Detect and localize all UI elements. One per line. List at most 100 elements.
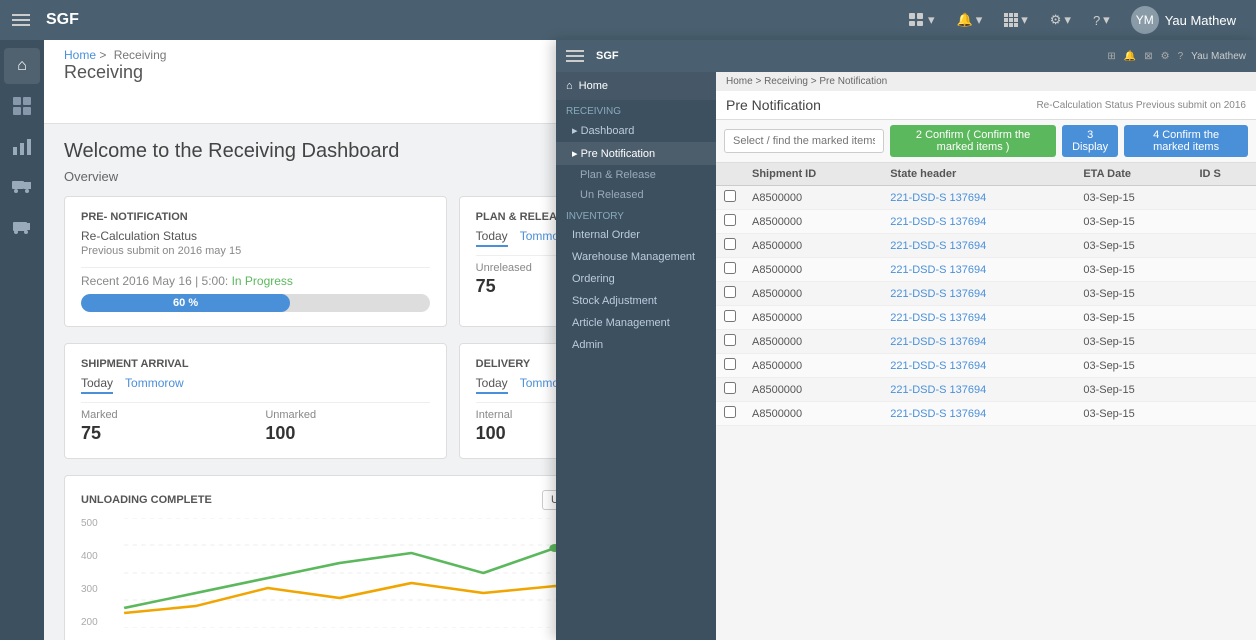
popup-pre-notification-item[interactable]: ▸ Pre Notification xyxy=(556,142,716,165)
row-eta: 03-Sep-15 xyxy=(1075,402,1191,426)
settings-button[interactable]: ⚙ ▾ xyxy=(1041,7,1080,33)
sidebar-shipping[interactable] xyxy=(4,208,40,244)
row-state[interactable]: 221-DSD-S 137694 xyxy=(882,186,1075,210)
row-eta: 03-Sep-15 xyxy=(1075,210,1191,234)
top-nav-icons: ▾ 🔔▾ ▾ ⚙ ▾ ? ▾ YM Yau Mathew xyxy=(900,2,1244,38)
row-checkbox[interactable] xyxy=(724,334,736,346)
row-state[interactable]: 221-DSD-S 137694 xyxy=(882,258,1075,282)
popup-stock-item[interactable]: Stock Adjustment xyxy=(556,290,716,312)
row-state[interactable]: 221-DSD-S 137694 xyxy=(882,402,1075,426)
table-row: A8500000 221-DSD-S 137694 03-Sep-15 xyxy=(716,258,1256,282)
sidebar-chart[interactable] xyxy=(4,128,40,164)
popup-dashboard-item[interactable]: ▸ Dashboard xyxy=(556,119,716,142)
row-checkbox[interactable] xyxy=(724,310,736,322)
row-state[interactable]: 221-DSD-S 137694 xyxy=(882,282,1075,306)
pre-notification-popup: SGF ⊞ 🔔 ⊠ ⚙ ? Yau Mathew ⌂ Home Receivin… xyxy=(556,40,1256,640)
bell-button[interactable]: 🔔▾ xyxy=(948,7,992,33)
sidebar-dashboard[interactable] xyxy=(4,88,40,124)
row-checkbox-cell[interactable] xyxy=(716,258,744,282)
table-row: A8500000 221-DSD-S 137694 03-Sep-15 xyxy=(716,402,1256,426)
row-checkbox[interactable] xyxy=(724,358,736,370)
hamburger-menu[interactable] xyxy=(12,14,30,26)
popup-topnav: SGF ⊞ 🔔 ⊠ ⚙ ? Yau Mathew xyxy=(556,40,1256,72)
grid-view-button[interactable]: ▾ xyxy=(900,7,944,33)
row-checkbox-cell[interactable] xyxy=(716,234,744,258)
plan-release-today-tab[interactable]: Today xyxy=(476,229,508,247)
popup-topnav-icons: ⊞ 🔔 ⊠ ⚙ ? Yau Mathew xyxy=(1107,51,1246,62)
popup-toolbar: 2 Confirm ( Confirm the marked items ) 3… xyxy=(716,120,1256,163)
row-state[interactable]: 221-DSD-S 137694 xyxy=(882,306,1075,330)
row-state[interactable]: 221-DSD-S 137694 xyxy=(882,210,1075,234)
popup-confirm2-button[interactable]: 4 Confirm the marked items xyxy=(1124,125,1248,157)
popup-hamburger[interactable] xyxy=(566,50,584,62)
row-id xyxy=(1191,306,1256,330)
shipment-tomorrow-tab[interactable]: Tommorow xyxy=(125,376,184,394)
row-shipment-id: A8500000 xyxy=(744,210,882,234)
table-row: A8500000 221-DSD-S 137694 03-Sep-15 xyxy=(716,306,1256,330)
popup-warehouse-item[interactable]: Warehouse Management xyxy=(556,246,716,268)
popup-ordering-item[interactable]: Ordering xyxy=(556,268,716,290)
popup-receiving-section: Receiving xyxy=(556,100,716,119)
row-eta: 03-Sep-15 xyxy=(1075,306,1191,330)
popup-article-item[interactable]: Article Management xyxy=(556,312,716,334)
row-id xyxy=(1191,258,1256,282)
row-checkbox[interactable] xyxy=(724,238,736,250)
row-state[interactable]: 221-DSD-S 137694 xyxy=(882,378,1075,402)
popup-home-item[interactable]: ⌂ Home xyxy=(556,72,716,100)
shipment-marked: Marked 75 xyxy=(81,409,245,444)
row-checkbox[interactable] xyxy=(724,190,736,202)
popup-confirm-button[interactable]: 2 Confirm ( Confirm the marked items ) xyxy=(890,125,1056,157)
row-state[interactable]: 221-DSD-S 137694 xyxy=(882,234,1075,258)
delivery-today-tab[interactable]: Today xyxy=(476,376,508,394)
row-shipment-id: A8500000 xyxy=(744,306,882,330)
home-icon: ⌂ xyxy=(566,80,573,92)
row-checkbox[interactable] xyxy=(724,262,736,274)
popup-plan-release-item[interactable]: Plan & Release xyxy=(556,165,716,185)
popup-layout: ⌂ Home Receiving ▸ Dashboard ▸ Pre Notif… xyxy=(556,72,1256,640)
row-checkbox-cell[interactable] xyxy=(716,186,744,210)
row-checkbox-cell[interactable] xyxy=(716,210,744,234)
row-checkbox-cell[interactable] xyxy=(716,402,744,426)
row-state[interactable]: 221-DSD-S 137694 xyxy=(882,330,1075,354)
row-id xyxy=(1191,210,1256,234)
row-checkbox[interactable] xyxy=(724,382,736,394)
popup-display-button[interactable]: 3 Display xyxy=(1062,125,1118,157)
row-checkbox-cell[interactable] xyxy=(716,354,744,378)
row-checkbox-cell[interactable] xyxy=(716,378,744,402)
unloading-chart-header: UNLOADING COMPLETE Until today Last week… xyxy=(81,490,627,510)
row-checkbox-cell[interactable] xyxy=(716,330,744,354)
popup-admin-item[interactable]: Admin xyxy=(556,334,716,356)
pre-notification-sub2: Previous submit on 2016 may 15 xyxy=(81,245,430,257)
sidebar-home[interactable]: ⌂ xyxy=(4,48,40,84)
table-row: A8500000 221-DSD-S 137694 03-Sep-15 xyxy=(716,330,1256,354)
row-checkbox[interactable] xyxy=(724,214,736,226)
popup-unreleased-item[interactable]: Un Released xyxy=(556,185,716,205)
row-checkbox[interactable] xyxy=(724,406,736,418)
popup-header: Pre Notification Re-Calculation Status P… xyxy=(716,91,1256,120)
row-shipment-id: A8500000 xyxy=(744,354,882,378)
popup-inventory-item[interactable]: Internal Order xyxy=(556,224,716,246)
pre-notification-status-text: Recent 2016 May 16 | 5:00: In Progress xyxy=(81,274,430,288)
row-checkbox-cell[interactable] xyxy=(716,282,744,306)
shipment-arrival-card: SHIPMENT ARRIVAL Today Tommorow Marked 7… xyxy=(64,343,447,459)
row-id xyxy=(1191,330,1256,354)
popup-main-content: Home > Receiving > Pre Notification Pre … xyxy=(716,72,1256,640)
user-menu[interactable]: YM Yau Mathew xyxy=(1123,2,1244,38)
row-shipment-id: A8500000 xyxy=(744,282,882,306)
breadcrumb-section[interactable]: Receiving xyxy=(114,48,167,62)
shipment-today-tab[interactable]: Today xyxy=(81,376,113,394)
row-eta: 03-Sep-15 xyxy=(1075,186,1191,210)
row-shipment-id: A8500000 xyxy=(744,330,882,354)
popup-breadcrumb: Home > Receiving > Pre Notification xyxy=(716,72,1256,91)
help-button[interactable]: ? ▾ xyxy=(1084,7,1119,33)
breadcrumb-home[interactable]: Home xyxy=(64,48,96,62)
row-state[interactable]: 221-DSD-S 137694 xyxy=(882,354,1075,378)
row-shipment-id: A8500000 xyxy=(744,258,882,282)
unloading-chart-svg xyxy=(81,518,627,628)
row-checkbox-cell[interactable] xyxy=(716,306,744,330)
row-checkbox[interactable] xyxy=(724,286,736,298)
pre-notification-card: PRE- NOTIFICATION Re-Calculation Status … xyxy=(64,196,447,327)
apps-button[interactable]: ▾ xyxy=(995,7,1037,33)
popup-search-input[interactable] xyxy=(724,129,884,153)
sidebar-truck[interactable] xyxy=(4,168,40,204)
